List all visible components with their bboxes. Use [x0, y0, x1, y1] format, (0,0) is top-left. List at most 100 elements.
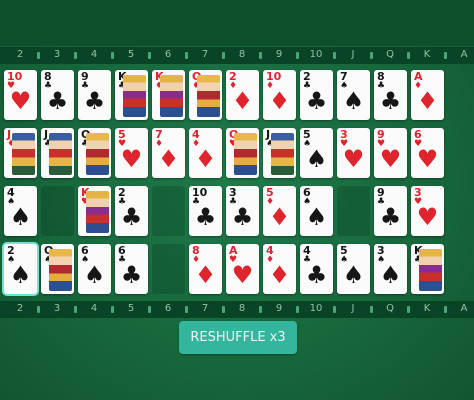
rank-label: J	[351, 49, 355, 60]
empty-slot[interactable]	[41, 186, 74, 236]
card-suit-icon: ♥	[416, 145, 439, 173]
playing-card[interactable]: 5 ♠ ♠	[337, 244, 370, 294]
playing-card[interactable]: 6 ♥ ♥	[411, 128, 444, 178]
rank-label: 7	[201, 49, 209, 60]
playing-card[interactable]: J♠	[263, 128, 296, 178]
card-suit-icon: ♣	[83, 87, 106, 115]
playing-card[interactable]: K♣	[115, 70, 148, 120]
card-suit-icon: ♣	[379, 203, 402, 231]
playing-card[interactable]: 3 ♥ ♥	[337, 128, 370, 178]
playing-card[interactable]: J♦	[4, 128, 37, 178]
card-suit-icon: ♥	[342, 145, 365, 173]
playing-card[interactable]: K♥	[78, 186, 111, 236]
face-card-portrait-icon	[160, 75, 183, 117]
card-suit-icon: ♠	[342, 87, 365, 115]
playing-card[interactable]: 4 ♦ ♦	[189, 128, 222, 178]
playing-card[interactable]: 3 ♥ ♥	[411, 186, 444, 236]
column-divider	[148, 306, 151, 313]
playing-card[interactable]: 3 ♣ ♣	[226, 186, 259, 236]
rank-label: Q	[386, 303, 394, 314]
face-card-portrait-icon	[271, 133, 294, 175]
column-divider	[37, 306, 40, 313]
card-suit-icon: ♠	[83, 261, 106, 289]
playing-card[interactable]: Q♥	[226, 128, 259, 178]
playing-card[interactable]: 9 ♣ ♣	[374, 186, 407, 236]
empty-slot[interactable]	[152, 186, 185, 236]
empty-slot[interactable]	[152, 244, 185, 294]
column-divider	[296, 306, 299, 313]
reshuffle-button[interactable]: RESHUFFLE x3	[179, 321, 297, 354]
card-suit-icon: ♥	[120, 145, 143, 173]
rank-label: A	[460, 49, 468, 60]
card-suit-icon: ♣	[305, 87, 328, 115]
card-suit-icon: ♦	[231, 87, 254, 115]
playing-card[interactable]: Q♦	[189, 70, 222, 120]
playing-card[interactable]: 8 ♣ ♣	[41, 70, 74, 120]
card-suit-icon: ♥	[379, 145, 402, 173]
column-divider	[185, 52, 188, 59]
playing-card[interactable]: K♣	[411, 244, 444, 294]
playing-card[interactable]: 7 ♠ ♠	[337, 70, 370, 120]
card-suit-icon: ♣	[120, 203, 143, 231]
face-card-portrait-icon	[86, 191, 109, 233]
column-divider	[370, 52, 373, 59]
rank-label: 3	[53, 303, 61, 314]
playing-card[interactable]: 8 ♣ ♣	[374, 70, 407, 120]
playing-card[interactable]: 10 ♣ ♣	[189, 186, 222, 236]
playing-card[interactable]: 2 ♣ ♣	[300, 70, 333, 120]
card-suit-icon: ♠	[9, 261, 32, 289]
card-suit-icon: ♣	[379, 87, 402, 115]
playing-card[interactable]: A ♥ ♥	[226, 244, 259, 294]
playing-card[interactable]: 4 ♣ ♣	[300, 244, 333, 294]
playing-card[interactable]: 8 ♦ ♦	[189, 244, 222, 294]
rank-label: 2	[16, 49, 24, 60]
playing-card[interactable]: 2 ♦ ♦	[226, 70, 259, 120]
column-divider	[111, 306, 114, 313]
playing-card[interactable]: K♦	[152, 70, 185, 120]
rank-label: J	[351, 303, 355, 314]
reshuffle-label: RESHUFFLE x3	[190, 330, 286, 345]
card-suit-icon: ♦	[194, 261, 217, 289]
playing-card[interactable]: 9 ♥ ♥	[374, 128, 407, 178]
playing-card[interactable]: 7 ♦ ♦	[152, 128, 185, 178]
playing-card[interactable]: 6 ♣ ♣	[115, 244, 148, 294]
card-suit-icon: ♦	[268, 261, 291, 289]
card-suit-icon: ♠	[9, 203, 32, 231]
face-card-portrait-icon	[419, 249, 442, 291]
rank-label: 4	[90, 49, 98, 60]
card-suit-icon: ♣	[120, 261, 143, 289]
playing-card[interactable]: A ♦ ♦	[411, 70, 444, 120]
rank-row-bottom: 2 3 4 5 6 7 8 9 10 J Q K A	[0, 301, 474, 318]
playing-card[interactable]: 10 ♦ ♦	[263, 70, 296, 120]
playing-card[interactable]: 4 ♦ ♦	[263, 244, 296, 294]
rank-label: 8	[238, 303, 246, 314]
column-divider	[37, 52, 40, 59]
playing-card[interactable]: 5 ♥ ♥	[115, 128, 148, 178]
card-suit-icon: ♠	[305, 145, 328, 173]
playing-card[interactable]: 6 ♠ ♠	[78, 244, 111, 294]
rank-label: 7	[201, 303, 209, 314]
playing-card[interactable]: 2 ♣ ♣	[115, 186, 148, 236]
playing-card[interactable]: 4 ♠ ♠	[4, 186, 37, 236]
card-suit-icon: ♦	[194, 145, 217, 173]
playing-card[interactable]: 9 ♣ ♣	[78, 70, 111, 120]
empty-slot[interactable]	[337, 186, 370, 236]
playing-card[interactable]: J♣	[41, 128, 74, 178]
playing-card[interactable]: 5 ♦ ♦	[263, 186, 296, 236]
rank-label: 8	[238, 49, 246, 60]
column-divider	[333, 52, 336, 59]
playing-card[interactable]: 3 ♠ ♠	[374, 244, 407, 294]
rank-label: K	[423, 303, 431, 314]
face-card-portrait-icon	[49, 133, 72, 175]
playing-card[interactable]: 10 ♥ ♥	[4, 70, 37, 120]
column-divider	[444, 52, 447, 59]
rank-label: 9	[275, 303, 283, 314]
rank-label: A	[460, 303, 468, 314]
playing-card[interactable]: Q♠	[41, 244, 74, 294]
face-card-portrait-icon	[49, 249, 72, 291]
playing-card[interactable]: 6 ♠ ♠	[300, 186, 333, 236]
playing-card[interactable]: 5 ♠ ♠	[300, 128, 333, 178]
playing-card[interactable]: Q♣	[78, 128, 111, 178]
rank-label: K	[423, 49, 431, 60]
playing-card[interactable]: 2 ♠ ♠	[4, 244, 37, 294]
